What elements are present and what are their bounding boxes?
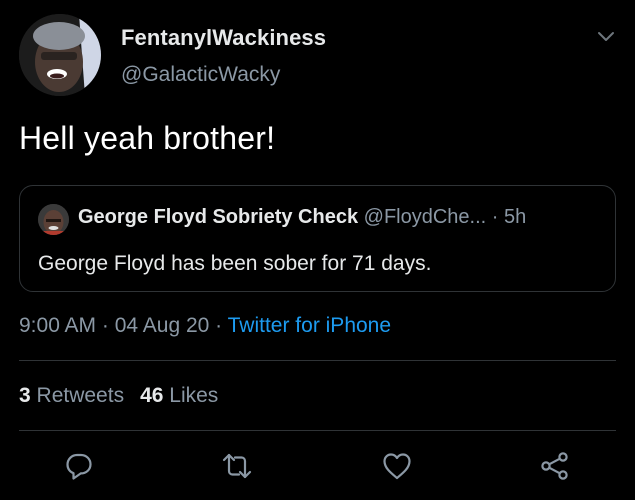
tweet-time: 9:00 AM	[19, 314, 97, 337]
tweet-stats: 3 Retweets 46 Likes	[19, 384, 218, 408]
retweets-label: Retweets	[36, 384, 125, 407]
retweets-count: 3	[19, 384, 31, 407]
divider	[19, 360, 616, 361]
quoted-tweet-text: George Floyd has been sober for 71 days.	[38, 252, 432, 275]
heart-icon[interactable]	[381, 450, 413, 482]
user-handle[interactable]: @GalacticWacky	[121, 63, 280, 87]
quoted-age: 5h	[504, 206, 527, 228]
quoted-tweet[interactable]: George Floyd Sobriety Check @FloydChe...…	[19, 185, 616, 292]
tweet-meta: 9:00 AM · 04 Aug 20 · Twitter for iPhone	[19, 314, 391, 338]
quoted-handle: @FloydChe...	[363, 206, 487, 228]
chevron-down-icon[interactable]	[596, 30, 616, 44]
likes-label: Likes	[169, 384, 219, 407]
quoted-user-avatar	[38, 204, 69, 235]
share-icon[interactable]	[539, 450, 571, 482]
divider	[19, 430, 616, 431]
meta-separator: ·	[96, 314, 115, 337]
quoted-display-name: George Floyd Sobriety Check	[78, 206, 359, 228]
user-avatar[interactable]	[19, 14, 101, 96]
reply-icon[interactable]	[63, 450, 95, 482]
tweet-source-link[interactable]: Twitter for iPhone	[228, 314, 391, 337]
likes-count: 46	[140, 384, 164, 407]
user-display-name[interactable]: FentanylWackiness	[121, 25, 326, 51]
retweets-stat[interactable]: 3 Retweets	[19, 384, 124, 407]
retweet-icon[interactable]	[221, 450, 253, 482]
tweet-text: Hell yeah brother!	[19, 120, 276, 156]
likes-stat[interactable]: 46 Likes	[140, 384, 218, 407]
quoted-separator: ·	[486, 206, 504, 228]
tweet-date: 04 Aug 20	[114, 314, 210, 337]
quoted-tweet-header: George Floyd Sobriety Check @FloydChe...…	[78, 206, 526, 229]
meta-separator: ·	[209, 314, 228, 337]
tweet-card: FentanylWackiness @GalacticWacky Hell ye…	[0, 0, 635, 500]
